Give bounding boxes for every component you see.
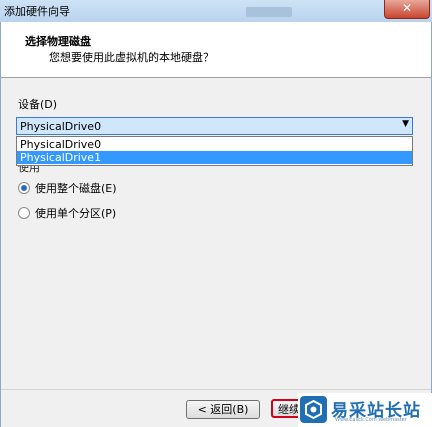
device-dropdown-list: PhysicalDrive0 PhysicalDrive1 xyxy=(16,136,413,166)
watermark-logo-icon xyxy=(300,396,327,423)
header-title: 选择物理磁盘 xyxy=(25,35,91,48)
device-option-drive0[interactable]: PhysicalDrive0 xyxy=(17,138,412,151)
chevron-down-icon[interactable]: ▼ xyxy=(402,119,409,129)
watermark-url: Www.Easck.Com Webmaster xyxy=(335,417,407,423)
device-select-value: PhysicalDrive0 xyxy=(20,120,102,133)
radio-unchecked-icon[interactable] xyxy=(18,207,30,219)
radio-whole-disk-label: 使用整个磁盘(E) xyxy=(35,182,117,195)
device-option-drive1[interactable]: PhysicalDrive1 xyxy=(17,151,412,164)
window-border-left xyxy=(0,22,1,427)
title-bar: 添加硬件向导 ✕ xyxy=(0,0,432,22)
usage-label: 使用 xyxy=(18,166,40,174)
radio-checked-icon[interactable] xyxy=(18,182,30,194)
footer-divider xyxy=(1,389,431,390)
radio-single-partition-label: 使用单个分区(P) xyxy=(35,207,117,220)
wizard-header: 选择物理磁盘 您想要使用此虚拟机的本地硬盘？ xyxy=(1,22,431,78)
blurred-titlebar-element xyxy=(246,7,292,17)
radio-whole-disk[interactable]: 使用整个磁盘(E) xyxy=(18,180,117,196)
window-title: 添加硬件向导 xyxy=(4,5,70,18)
header-subtitle: 您想要使用此虚拟机的本地硬盘？ xyxy=(49,51,214,64)
device-label: 设备(D) xyxy=(18,98,58,111)
close-button[interactable]: ✕ xyxy=(384,0,430,19)
back-button[interactable]: < 返回(B) xyxy=(186,400,260,419)
device-select[interactable]: PhysicalDrive0 ▼ xyxy=(16,117,413,135)
radio-single-partition[interactable]: 使用单个分区(P) xyxy=(18,205,116,221)
